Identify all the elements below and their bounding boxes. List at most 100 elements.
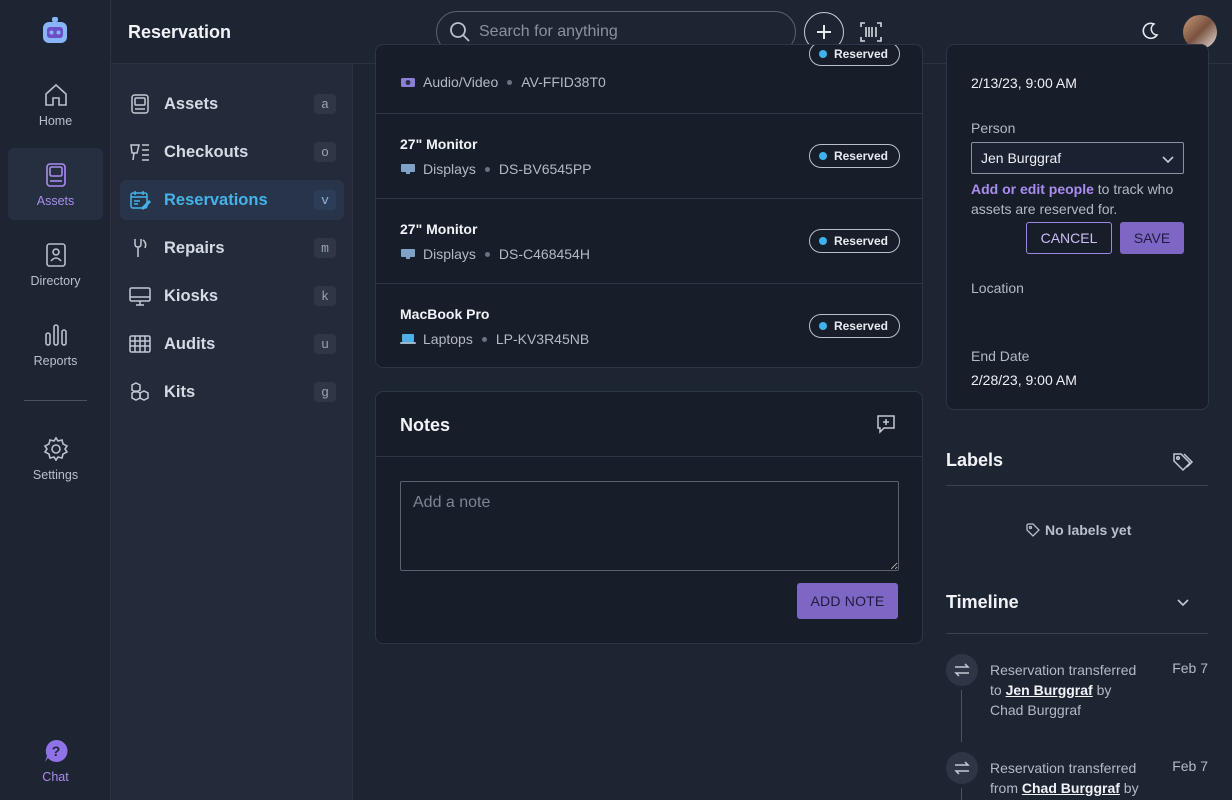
status-dot bbox=[818, 322, 827, 330]
location-label: Location bbox=[971, 280, 1024, 296]
barcode-scan-icon[interactable] bbox=[859, 20, 885, 44]
wrench-icon bbox=[128, 236, 152, 260]
status-dot bbox=[818, 152, 827, 160]
shortcut-key: v bbox=[314, 190, 336, 210]
labels-title: Labels bbox=[946, 450, 1004, 470]
separator-dot bbox=[481, 336, 487, 342]
shortcut-key: m bbox=[314, 238, 336, 258]
timeline-person-link[interactable]: Chad Burggraf bbox=[1022, 780, 1120, 796]
note-textarea[interactable] bbox=[400, 481, 899, 571]
asset-category: Displays bbox=[423, 246, 476, 262]
subnav-label: Kiosks bbox=[164, 286, 219, 305]
subnav-label: Checkouts bbox=[164, 142, 249, 161]
svg-text:?: ? bbox=[51, 743, 60, 759]
end-date-label: End Date bbox=[971, 348, 1030, 364]
timeline-connector bbox=[961, 690, 962, 742]
notes-card: Notes ADD NOTE bbox=[375, 391, 923, 644]
rail-item-label: Reports bbox=[33, 354, 78, 368]
status-dot bbox=[818, 50, 827, 58]
asset-icon bbox=[128, 92, 152, 116]
gear-icon bbox=[41, 434, 71, 464]
timeline-header[interactable]: Timeline bbox=[946, 572, 1208, 634]
rail-item-chat[interactable]: ? Chat bbox=[8, 724, 103, 796]
subnav-item-assets[interactable]: Assets a bbox=[120, 84, 344, 124]
subnav-item-checkouts[interactable]: Checkouts o bbox=[120, 132, 344, 172]
rail-item-settings[interactable]: Settings bbox=[8, 422, 103, 494]
subnav-item-kits[interactable]: Kits g bbox=[120, 372, 344, 412]
assets-subnav: Assets a Checkouts o Reservations v Repa… bbox=[111, 64, 353, 800]
asset-meta: Laptops LP-KV3R45NB bbox=[400, 331, 589, 347]
rail-item-label: Assets bbox=[36, 194, 75, 208]
subnav-item-kiosks[interactable]: Kiosks k bbox=[120, 276, 344, 316]
add-comment-icon[interactable] bbox=[876, 414, 896, 434]
status-label: Reserved bbox=[833, 149, 888, 163]
timeline-connector bbox=[961, 788, 962, 800]
asset-meta: Displays DS-BV6545PP bbox=[400, 161, 592, 177]
tag-icon[interactable] bbox=[1172, 451, 1194, 473]
status-badge: Reserved bbox=[808, 314, 900, 338]
timeline-event-date: Feb 7 bbox=[1172, 660, 1208, 676]
asset-name[interactable]: MacBook Pro bbox=[400, 306, 489, 322]
status-badge: Reserved bbox=[808, 45, 900, 66]
rail-item-label: Settings bbox=[32, 468, 79, 482]
save-button[interactable]: SAVE bbox=[1120, 222, 1184, 254]
home-icon bbox=[41, 80, 71, 110]
plus-icon bbox=[814, 22, 834, 42]
subnav-label: Kits bbox=[164, 382, 196, 401]
shortcut-key: k bbox=[314, 286, 336, 306]
moon-icon[interactable] bbox=[1140, 21, 1162, 43]
timeline-event-text: Reservation transferred from Chad Burggr… bbox=[990, 758, 1140, 798]
asset-meta: Audio/Video AV-FFID38T0 bbox=[400, 74, 606, 90]
left-rail: Home Assets Directory Reports Settings ?… bbox=[0, 0, 111, 800]
no-labels-message: No labels yet bbox=[1026, 522, 1131, 538]
add-note-button[interactable]: ADD NOTE bbox=[797, 583, 898, 619]
tag-icon bbox=[1026, 523, 1040, 537]
shortcut-key: a bbox=[314, 94, 336, 114]
reserved-items-list: Audio/Video AV-FFID38T0 Reserved 27" Mon… bbox=[375, 44, 923, 368]
asset-icon bbox=[41, 160, 71, 190]
table-row[interactable]: 27" Monitor Displays DS-C468454H Reserve… bbox=[376, 199, 922, 284]
help-chat-icon: ? bbox=[41, 736, 71, 766]
asset-name[interactable]: 27" Monitor bbox=[400, 221, 477, 237]
timeline-event-date: Feb 7 bbox=[1172, 758, 1208, 774]
chevron-down-icon[interactable] bbox=[1172, 592, 1194, 614]
asset-tag: AV-FFID38T0 bbox=[521, 74, 606, 90]
rail-item-label: Chat bbox=[42, 770, 69, 784]
rail-item-assets[interactable]: Assets bbox=[8, 148, 103, 220]
shortcut-key: g bbox=[314, 382, 336, 402]
subnav-item-audits[interactable]: Audits u bbox=[120, 324, 344, 364]
person-select[interactable]: Jen Burggraf bbox=[971, 142, 1184, 174]
main-content: Audio/Video AV-FFID38T0 Reserved 27" Mon… bbox=[353, 44, 933, 800]
chevron-down-icon bbox=[1162, 156, 1174, 164]
table-row[interactable]: MacBook Pro Laptops LP-KV3R45NB Reserved bbox=[376, 284, 922, 367]
rail-item-home[interactable]: Home bbox=[8, 68, 103, 140]
timeline-title: Timeline bbox=[946, 592, 1019, 612]
search-input[interactable] bbox=[479, 23, 769, 41]
rail-item-label: Directory bbox=[30, 274, 81, 288]
timeline-person-link[interactable]: Jen Burggraf bbox=[1006, 682, 1093, 698]
transfer-arrows-icon bbox=[946, 752, 978, 784]
table-row[interactable]: 27" Monitor Displays DS-BV6545PP Reserve… bbox=[376, 114, 922, 199]
separator-dot bbox=[484, 251, 490, 257]
add-edit-people-link[interactable]: Add or edit people bbox=[971, 181, 1094, 197]
rail-item-reports[interactable]: Reports bbox=[8, 308, 103, 380]
page-title: Reservation bbox=[128, 22, 232, 42]
app-logo-icon[interactable] bbox=[40, 16, 70, 46]
reservation-calendar-icon bbox=[128, 188, 152, 212]
status-dot bbox=[818, 237, 827, 245]
asset-category: Laptops bbox=[423, 331, 473, 347]
subnav-item-reservations[interactable]: Reservations v bbox=[120, 180, 344, 220]
rail-item-directory[interactable]: Directory bbox=[8, 228, 103, 300]
directory-icon bbox=[41, 240, 71, 270]
cancel-button[interactable]: CANCEL bbox=[1026, 222, 1112, 254]
asset-tag: DS-C468454H bbox=[498, 246, 590, 262]
table-row[interactable]: Audio/Video AV-FFID38T0 Reserved bbox=[376, 45, 922, 114]
rail-divider bbox=[24, 400, 87, 401]
asset-category: Audio/Video bbox=[423, 74, 499, 90]
monitor-icon bbox=[128, 284, 152, 308]
asset-category: Displays bbox=[423, 161, 476, 177]
notes-title: Notes bbox=[400, 415, 451, 435]
display-icon bbox=[401, 164, 415, 174]
subnav-item-repairs[interactable]: Repairs m bbox=[120, 228, 344, 268]
asset-name[interactable]: 27" Monitor bbox=[400, 136, 477, 152]
